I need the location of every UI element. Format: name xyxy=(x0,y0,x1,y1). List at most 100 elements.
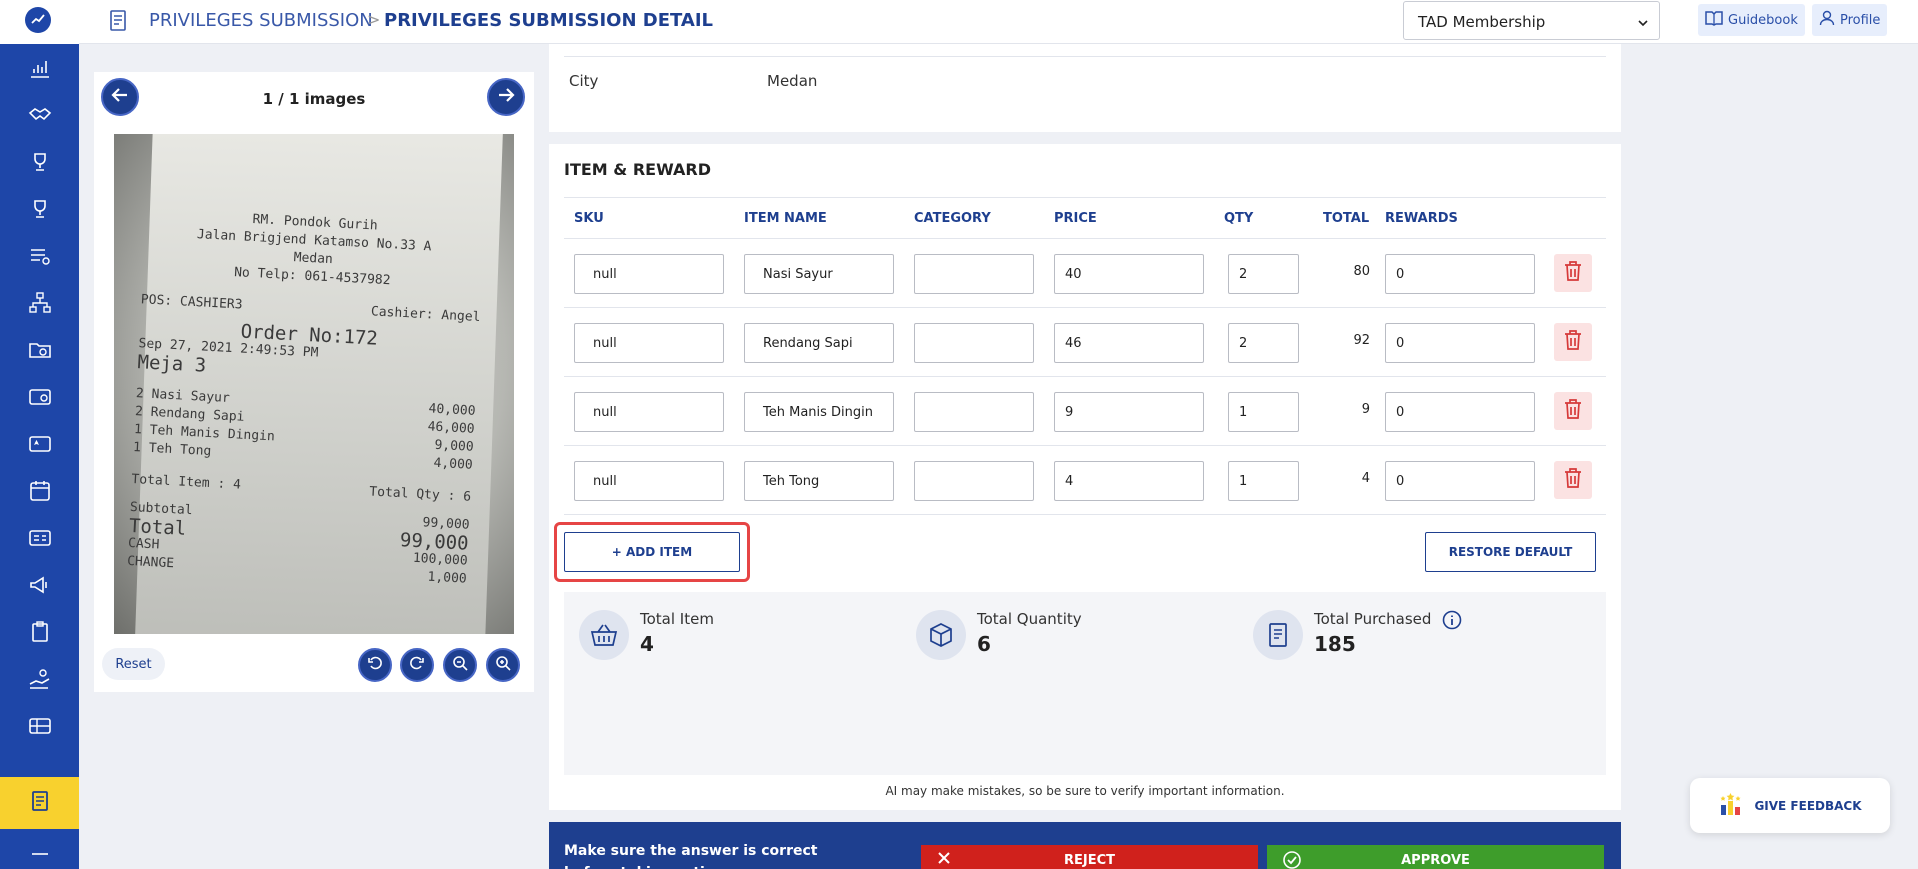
reset-button[interactable]: Reset xyxy=(102,648,165,680)
rotate-right-button[interactable] xyxy=(400,648,434,682)
city-label: City xyxy=(569,72,599,90)
close-icon xyxy=(937,851,951,869)
column-header-total: TOTAL xyxy=(1323,211,1370,226)
receipt-total-qty: Total Qty : 6 xyxy=(368,484,472,505)
column-header-qty: QTY xyxy=(1224,211,1254,226)
column-header-category: CATEGORY xyxy=(914,211,991,226)
delete-row-button[interactable] xyxy=(1554,254,1592,292)
delete-row-button[interactable] xyxy=(1554,323,1592,361)
sidebar-item-events[interactable] xyxy=(0,471,79,515)
delete-row-button[interactable] xyxy=(1554,392,1592,430)
rewards-input[interactable]: 0 xyxy=(1385,461,1535,501)
app-logo[interactable] xyxy=(22,4,54,36)
ai-disclaimer: AI may make mistakes, so be sure to veri… xyxy=(885,784,1285,798)
sidebar-item-partners[interactable] xyxy=(0,95,79,139)
receipt-line-amount: 9,000 xyxy=(434,437,474,455)
box-icon xyxy=(916,610,966,660)
sku-input[interactable]: null xyxy=(574,254,724,294)
category-input[interactable] xyxy=(914,323,1034,363)
rotate-left-button[interactable] xyxy=(358,648,392,682)
row-total: 80 xyxy=(1353,264,1370,279)
sidebar-item-rewards[interactable] xyxy=(0,142,79,186)
table-row: null Nasi Sayur 40 2 80 0 xyxy=(564,239,1606,308)
sidebar-item-dashboard[interactable] xyxy=(0,48,79,92)
clipboard-icon xyxy=(28,620,52,648)
item-name-input[interactable]: Teh Manis Dingin xyxy=(744,392,894,432)
folder-settings-icon xyxy=(28,338,52,366)
restore-default-button[interactable]: RESTORE DEFAULT xyxy=(1425,532,1596,572)
receipt-content: RM. Pondok Gurih Jalan Brigjend Katamso … xyxy=(127,205,486,588)
trash-icon xyxy=(1563,329,1583,355)
breadcrumb-parent[interactable]: PRIVILEGES SUBMISSION xyxy=(149,10,373,31)
give-feedback-button[interactable]: GIVE FEEDBACK xyxy=(1690,778,1890,833)
price-input[interactable]: 40 xyxy=(1054,254,1204,294)
sidebar-item-lists[interactable] xyxy=(0,236,79,280)
price-input[interactable]: 46 xyxy=(1054,323,1204,363)
trophy-icon xyxy=(28,197,52,225)
approve-button[interactable]: APPROVE xyxy=(1267,845,1604,869)
membership-select-value: TAD Membership xyxy=(1418,13,1546,31)
qty-input[interactable]: 2 xyxy=(1228,323,1299,363)
sidebar-item-members[interactable] xyxy=(0,518,79,562)
row-total: 4 xyxy=(1361,471,1370,486)
sidebar-item-cards[interactable] xyxy=(0,377,79,421)
item-name-input[interactable]: Nasi Sayur xyxy=(744,254,894,294)
sidebar-item-more[interactable] xyxy=(0,840,79,869)
feedback-stars-icon xyxy=(1718,791,1744,820)
action-bar: Make sure the answer is correct before t… xyxy=(549,822,1621,869)
rewards-input[interactable]: 0 xyxy=(1385,392,1535,432)
sku-input[interactable]: null xyxy=(574,461,724,501)
row-total: 92 xyxy=(1353,333,1370,348)
card-star-icon xyxy=(28,432,52,460)
zoom-out-button[interactable] xyxy=(443,648,477,682)
hand-coins-icon xyxy=(28,667,52,695)
delete-row-button[interactable] xyxy=(1554,461,1592,499)
sidebar-item-tasks[interactable] xyxy=(0,612,79,656)
sidebar-item-folders[interactable] xyxy=(0,330,79,374)
price-input[interactable]: 4 xyxy=(1054,461,1204,501)
sidebar-item-loyalty-cards[interactable] xyxy=(0,424,79,468)
guidebook-button[interactable]: Guidebook xyxy=(1698,4,1805,36)
item-name-input[interactable]: Teh Tong xyxy=(744,461,894,501)
column-header-sku: SKU xyxy=(574,211,604,226)
next-image-button[interactable] xyxy=(487,78,525,116)
membership-select[interactable]: TAD Membership xyxy=(1403,1,1660,40)
feedback-label: GIVE FEEDBACK xyxy=(1754,798,1862,813)
chevron-down-icon xyxy=(1637,15,1649,33)
document-icon xyxy=(107,9,129,37)
receipt-icon xyxy=(1253,610,1303,660)
add-item-button[interactable]: + ADD ITEM xyxy=(564,532,740,572)
reject-button[interactable]: REJECT xyxy=(921,845,1258,869)
sidebar-item-vouchers[interactable] xyxy=(0,706,79,750)
category-input[interactable] xyxy=(914,392,1034,432)
total-item-value: 4 xyxy=(640,632,654,656)
item-name-input[interactable]: Rendang Sapi xyxy=(744,323,894,363)
category-input[interactable] xyxy=(914,461,1034,501)
qty-input[interactable]: 1 xyxy=(1228,392,1299,432)
sku-input[interactable]: null xyxy=(574,323,724,363)
sidebar-item-structure[interactable] xyxy=(0,283,79,327)
receipt-total-item: Total Item : 4 xyxy=(131,471,242,493)
rewards-input[interactable]: 0 xyxy=(1385,254,1535,294)
category-input[interactable] xyxy=(914,254,1034,294)
receipt-image[interactable]: RM. Pondok Gurih Jalan Brigjend Katamso … xyxy=(114,134,514,634)
chart-icon xyxy=(28,56,52,84)
info-icon[interactable] xyxy=(1442,610,1462,634)
column-header-price: PRICE xyxy=(1054,211,1097,226)
reject-label: REJECT xyxy=(1063,853,1116,868)
qty-input[interactable]: 2 xyxy=(1228,254,1299,294)
megaphone-icon xyxy=(28,573,52,601)
sku-input[interactable]: null xyxy=(574,392,724,432)
sidebar-item-tiers[interactable] xyxy=(0,189,79,233)
qty-input[interactable]: 1 xyxy=(1228,461,1299,501)
sidebar-item-privileges-submission[interactable] xyxy=(0,777,79,829)
receipt-change-value: 1,000 xyxy=(427,569,468,587)
sidebar-item-payouts[interactable] xyxy=(0,659,79,703)
profile-button[interactable]: Profile xyxy=(1812,4,1888,36)
trophy-icon xyxy=(28,150,52,178)
price-input[interactable]: 9 xyxy=(1054,392,1204,432)
zoom-in-button[interactable] xyxy=(486,648,520,682)
rewards-input[interactable]: 0 xyxy=(1385,323,1535,363)
receipt-cashier: Cashier: Angel xyxy=(370,304,481,326)
sidebar-item-campaigns[interactable] xyxy=(0,565,79,609)
